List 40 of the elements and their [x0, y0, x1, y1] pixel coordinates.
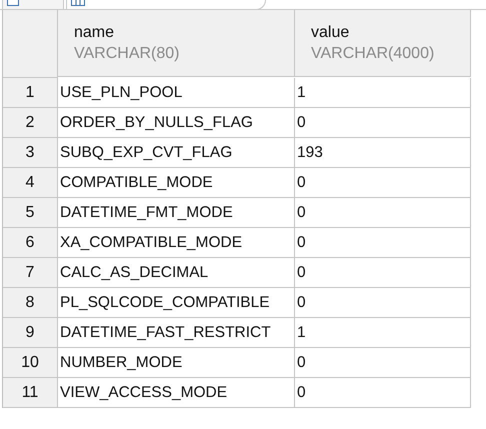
- table-cell: 0: [295, 198, 471, 228]
- table-cell: PL_SQLCODE_COMPATIBLE: [58, 288, 295, 318]
- row-number: 1: [3, 78, 58, 108]
- table-cell: SUBQ_EXP_CVT_FLAG: [58, 138, 295, 168]
- table-cell: NUMBER_MODE: [58, 348, 295, 378]
- table-cell: DATETIME_FAST_RESTRICT: [58, 318, 295, 348]
- table-cell: VIEW_ACCESS_MODE: [58, 378, 295, 408]
- table-cell: 0: [295, 168, 471, 198]
- table-cell: XA_COMPATIBLE_MODE: [58, 228, 295, 258]
- row-number: 6: [3, 228, 58, 258]
- table-cell: 0: [295, 348, 471, 378]
- table-cell: ORDER_BY_NULLS_FLAG: [58, 108, 295, 138]
- table-cell: 0: [295, 258, 471, 288]
- column-name: value: [311, 23, 350, 43]
- row-number: 5: [3, 198, 58, 228]
- table-cell: 0: [295, 108, 471, 138]
- table-cell: DATETIME_FMT_MODE: [58, 198, 295, 228]
- table-cell: 1: [295, 78, 471, 108]
- row-number: 4: [3, 168, 58, 198]
- table-cell: USE_PLN_POOL: [58, 78, 295, 108]
- column-type: VARCHAR(4000): [311, 44, 436, 64]
- table-cell: 1: [295, 318, 471, 348]
- row-number: 7: [3, 258, 58, 288]
- row-number: 11: [3, 378, 58, 408]
- row-number: 3: [3, 138, 58, 168]
- table-cell: 0: [295, 228, 471, 258]
- table-cell: CALC_AS_DECIMAL: [58, 258, 295, 288]
- row-number: 8: [3, 288, 58, 318]
- table-cell: 0: [295, 288, 471, 318]
- column-header[interactable]: value VARCHAR(4000): [295, 10, 471, 77]
- column-name: name: [74, 23, 116, 43]
- table-cell: 193: [295, 138, 471, 168]
- column-header[interactable]: name VARCHAR(80): [58, 10, 295, 77]
- table-cell: 0: [295, 378, 471, 408]
- column-type: VARCHAR(80): [74, 44, 180, 64]
- row-number: 10: [3, 348, 58, 378]
- tab[interactable]: [2, 0, 64, 10]
- row-number: 9: [3, 318, 58, 348]
- table-cell: COMPATIBLE_MODE: [58, 168, 295, 198]
- row-number: 2: [3, 108, 58, 138]
